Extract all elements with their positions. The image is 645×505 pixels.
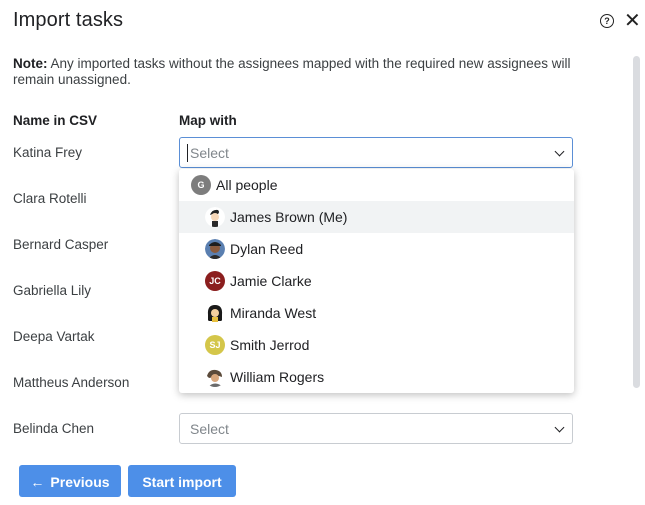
option-label: Miranda West	[230, 305, 317, 321]
import-note: Note: Any imported tasks without the ass…	[13, 56, 613, 88]
dropdown-option-william-rogers[interactable]: William Rogers	[179, 361, 574, 393]
dropdown-option-james-brown[interactable]: James Brown (Me)	[179, 201, 574, 233]
avatar	[205, 367, 225, 387]
option-label: Dylan Reed	[230, 241, 304, 257]
avatar	[205, 303, 225, 323]
help-icon[interactable]: ?	[600, 14, 614, 28]
name-in-csv-header: Name in CSV	[13, 113, 98, 128]
csv-name-belinda-chen: Belinda Chen	[13, 421, 95, 436]
select-placeholder: Select	[190, 421, 229, 437]
assignee-dropdown-menu: G All people James Brown (Me) Dylan Reed…	[179, 169, 574, 393]
assignee-select-katina-frey[interactable]: Select	[179, 137, 573, 168]
avatar	[205, 207, 225, 227]
chevron-down-icon[interactable]	[554, 422, 565, 433]
dropdown-option-miranda-west[interactable]: Miranda West	[179, 297, 574, 329]
arrow-left-icon: ←	[30, 474, 45, 490]
csv-name-bernard-casper: Bernard Casper	[13, 237, 109, 252]
option-label: William Rogers	[230, 369, 325, 385]
dropdown-option-jamie-clarke[interactable]: JC Jamie Clarke	[179, 265, 574, 297]
previous-button-label: Previous	[50, 474, 110, 490]
option-label: Smith Jerrod	[230, 337, 310, 353]
chevron-down-icon[interactable]	[554, 146, 565, 157]
text-cursor	[187, 144, 188, 162]
import-tasks-dialog: Import tasks ? ✕ Note: Any imported task…	[0, 0, 645, 505]
note-text: Any imported tasks without the assignees…	[13, 56, 571, 87]
option-label: James Brown (Me)	[230, 209, 348, 225]
dropdown-option-dylan-reed[interactable]: Dylan Reed	[179, 233, 574, 265]
csv-name-katina-frey: Katina Frey	[13, 145, 83, 160]
csv-name-gabriella-lily: Gabriella Lily	[13, 283, 92, 298]
close-icon[interactable]: ✕	[624, 10, 641, 32]
dropdown-option-smith-jerrod[interactable]: SJ Smith Jerrod	[179, 329, 574, 361]
option-label: All people	[216, 177, 278, 193]
assignee-select-belinda-chen[interactable]: Select	[179, 413, 573, 444]
map-with-header: Map with	[179, 113, 237, 128]
avatar	[205, 239, 225, 259]
csv-name-deepa-vartak: Deepa Vartak	[13, 329, 95, 344]
start-import-button[interactable]: Start import	[128, 465, 236, 497]
note-prefix: Note:	[13, 56, 48, 71]
csv-name-clara-rotelli: Clara Rotelli	[13, 191, 87, 206]
option-label: Jamie Clarke	[230, 273, 312, 289]
group-avatar: G	[191, 175, 211, 195]
select-placeholder: Select	[190, 145, 229, 161]
scrollbar-thumb[interactable]	[633, 56, 640, 388]
previous-button[interactable]: ← Previous	[19, 465, 121, 497]
avatar: SJ	[205, 335, 225, 355]
csv-name-mattheus-anderson: Mattheus Anderson	[13, 375, 130, 390]
dropdown-option-all-people[interactable]: G All people	[179, 169, 574, 201]
avatar: JC	[205, 271, 225, 291]
dialog-title: Import tasks	[13, 9, 124, 31]
